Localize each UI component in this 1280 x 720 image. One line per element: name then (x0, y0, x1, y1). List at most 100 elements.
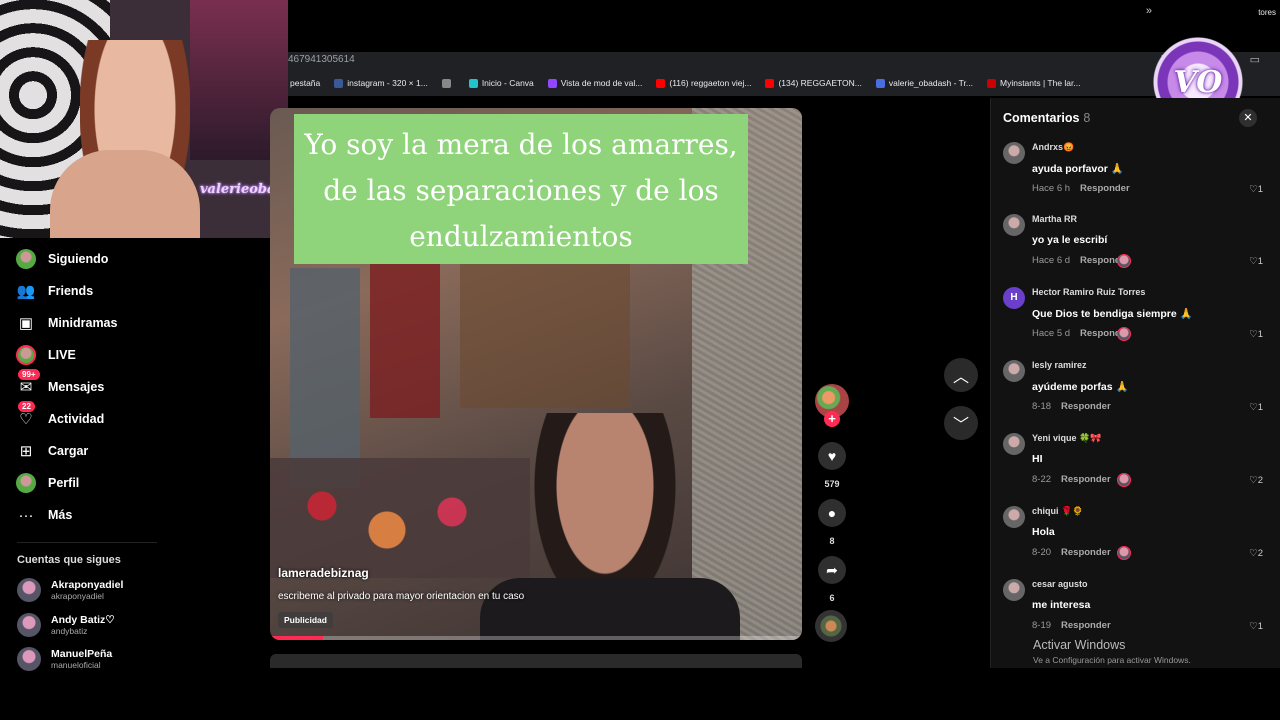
avatar[interactable]: H (1003, 287, 1025, 309)
chevron-up-icon: ︿ (952, 369, 969, 386)
followed-account[interactable]: ManuelPeña manueloficial (17, 647, 112, 671)
bookmark-item[interactable]: Inicio - Canva (468, 78, 534, 88)
next-video-preview[interactable] (270, 654, 802, 668)
avatar[interactable] (1003, 142, 1025, 164)
comment-like-button[interactable]: ♡2 (1249, 475, 1263, 486)
video-username[interactable]: lameradebiznag (278, 566, 369, 580)
follow-plus-icon[interactable]: + (824, 411, 840, 427)
bookmark-item[interactable]: valerie_obadash - Tr... (875, 78, 973, 88)
comment-item: chiqui 🌹🌻 Hola 8-20 Responder ♡2 (1003, 506, 1273, 570)
share-count: 6 (829, 593, 835, 603)
channel-logo-text: VO (1173, 64, 1223, 100)
close-comments-button[interactable]: ✕ (1239, 109, 1257, 127)
sidebar-item-mensajes[interactable]: ✉ 99+ Mensajes (16, 369, 104, 399)
windows-activation-title: Activar Windows (1033, 638, 1126, 652)
reply-button[interactable]: Responder (1080, 183, 1130, 194)
comment-like-button[interactable]: ♡2 (1249, 548, 1263, 559)
previous-video-button[interactable]: ︿ (944, 358, 978, 392)
comment-time: 8-18 (1032, 401, 1052, 412)
comment-like-count: 1 (1257, 621, 1263, 632)
sidebar-item-minidramas[interactable]: ▣ Minidramas (16, 311, 118, 335)
comment-like-button[interactable]: ♡1 (1249, 329, 1263, 340)
reply-button[interactable]: Responder (1061, 474, 1111, 485)
comment-username[interactable]: chiqui 🌹🌻 (1032, 506, 1083, 517)
comment-username[interactable]: cesar agusto (1032, 579, 1088, 589)
comment-button[interactable]: ● (818, 499, 846, 527)
video-player[interactable]: Yo soy la mera de los amarres, de las se… (270, 108, 802, 640)
comment-username[interactable]: Hector Ramiro Ruiz Torres (1032, 287, 1145, 297)
comment-like-button[interactable]: ♡1 (1249, 402, 1263, 413)
avatar (17, 613, 41, 637)
comments-title-text: Comentarios (1003, 111, 1080, 125)
avatar[interactable] (1003, 506, 1025, 528)
comment-username[interactable]: Andrxs😡 (1032, 142, 1074, 153)
windows-activation-subtitle: Ve a Configuración para activar Windows. (1033, 655, 1191, 665)
account-handle: akraponyadiel (51, 590, 104, 601)
sidebar-item-actividad[interactable]: ♡ 22 Actividad (16, 401, 104, 431)
bookmark-item[interactable]: Myinstants | The lar... (987, 78, 1080, 88)
share-button[interactable]: ➦ (818, 556, 846, 584)
bookmark-item[interactable]: instagram - 320 × 1... (334, 78, 428, 88)
comment-item: cesar agusto me interesa 8-19 Responder ♡1 (1003, 579, 1273, 643)
sidebar-item-perfil[interactable]: Perfil (16, 471, 79, 495)
comment-meta: 8-18 Responder (1032, 401, 1111, 412)
comment-time: Hace 6 d (1032, 255, 1071, 266)
comment-username[interactable]: lesly ramirez (1032, 360, 1087, 370)
bookmark-label: valerie_obadash - Tr... (888, 78, 973, 88)
comment-username[interactable]: Martha RR (1032, 214, 1077, 224)
tab-icon[interactable]: ▭ (1250, 53, 1260, 66)
address-bar[interactable]: 467941305614 ⧉ ⌕ ☆ ◆ ▭ (288, 52, 1280, 70)
comment-text: Hola (1032, 526, 1055, 538)
sidebar-item-siguiendo[interactable]: Siguiendo (16, 247, 108, 271)
bookmark-item[interactable]: (116) reggaeton viej... (656, 78, 751, 88)
avatar[interactable] (1003, 360, 1025, 382)
music-disc-icon[interactable] (815, 610, 847, 642)
comment-like-button[interactable]: ♡1 (1249, 256, 1263, 267)
bookmark-item[interactable]: Vista de mod de val... (547, 78, 642, 88)
bookmarks-bar: pestaña instagram - 320 × 1... Inicio - Ca… (288, 70, 1280, 96)
avatar[interactable] (1003, 433, 1025, 455)
followed-account[interactable]: Akraponyadiel akraponyadiel (17, 578, 123, 602)
avatar[interactable] (1003, 579, 1025, 601)
video-caption: Yo soy la mera de los amarres, de las se… (304, 128, 738, 253)
comment-item: Andrxs😡 ayuda porfavor 🙏 Hace 6 h Responder… (1003, 142, 1273, 206)
bookmark-favicon-icon (468, 78, 478, 88)
bookmarks-more-icon[interactable]: » (1146, 5, 1152, 17)
reply-button[interactable]: Responder (1061, 620, 1111, 631)
other-bookmarks[interactable]: tores (1258, 8, 1276, 17)
sidebar-item-live[interactable]: LIVE (16, 343, 76, 367)
reply-button[interactable]: Responder (1061, 547, 1111, 558)
heart-outline-icon: ♡ (1249, 402, 1258, 413)
background-drape (370, 238, 440, 418)
comment-like-button[interactable]: ♡1 (1249, 184, 1263, 195)
live-icon (16, 345, 36, 365)
sidebar-item-label: Más (48, 508, 73, 522)
sidebar-item-cargar[interactable]: ⊞ Cargar (16, 439, 89, 463)
reply-button[interactable]: Responder (1061, 401, 1111, 412)
sidebar-item-m-s[interactable]: ··· Más (16, 503, 73, 527)
account-info: ManuelPeña manueloficial (51, 648, 112, 671)
more-icon: ··· (18, 506, 34, 524)
video-progress-bar[interactable] (270, 636, 802, 640)
comment-icon: ● (827, 505, 837, 521)
comments-count: 8 (1083, 111, 1091, 125)
bookmark-item[interactable]: pestaña (290, 78, 320, 88)
ad-tag: Publicidad (278, 612, 333, 628)
avatar[interactable] (1003, 214, 1025, 236)
comments-title: Comentarios 8 (1003, 111, 1090, 125)
comment-like-button[interactable]: ♡1 (1249, 621, 1263, 632)
heart-outline-icon: ♡ (1249, 329, 1258, 340)
bookmark-item[interactable]: (134) REGGAETON... (765, 78, 862, 88)
friends-icon: 👥 (16, 283, 36, 300)
comment-item: lesly ramirez ayúdeme porfas 🙏 8-18 Respond… (1003, 360, 1273, 424)
bookmark-favicon-icon (875, 78, 885, 88)
following-avatar-icon (16, 249, 36, 269)
like-button[interactable]: ♥ (818, 442, 846, 470)
notification-badge: 99+ (18, 369, 40, 380)
next-video-button[interactable]: ﹀ (944, 406, 978, 440)
sidebar-item-friends[interactable]: 👥 Friends (16, 279, 94, 303)
bookmark-item[interactable] (441, 78, 455, 88)
comment-username[interactable]: Yeni vique 🍀🎀 (1032, 433, 1101, 444)
url-text[interactable]: 467941305614 (288, 54, 355, 65)
followed-account[interactable]: Andy Batiz♡ andybatiz (17, 613, 115, 637)
